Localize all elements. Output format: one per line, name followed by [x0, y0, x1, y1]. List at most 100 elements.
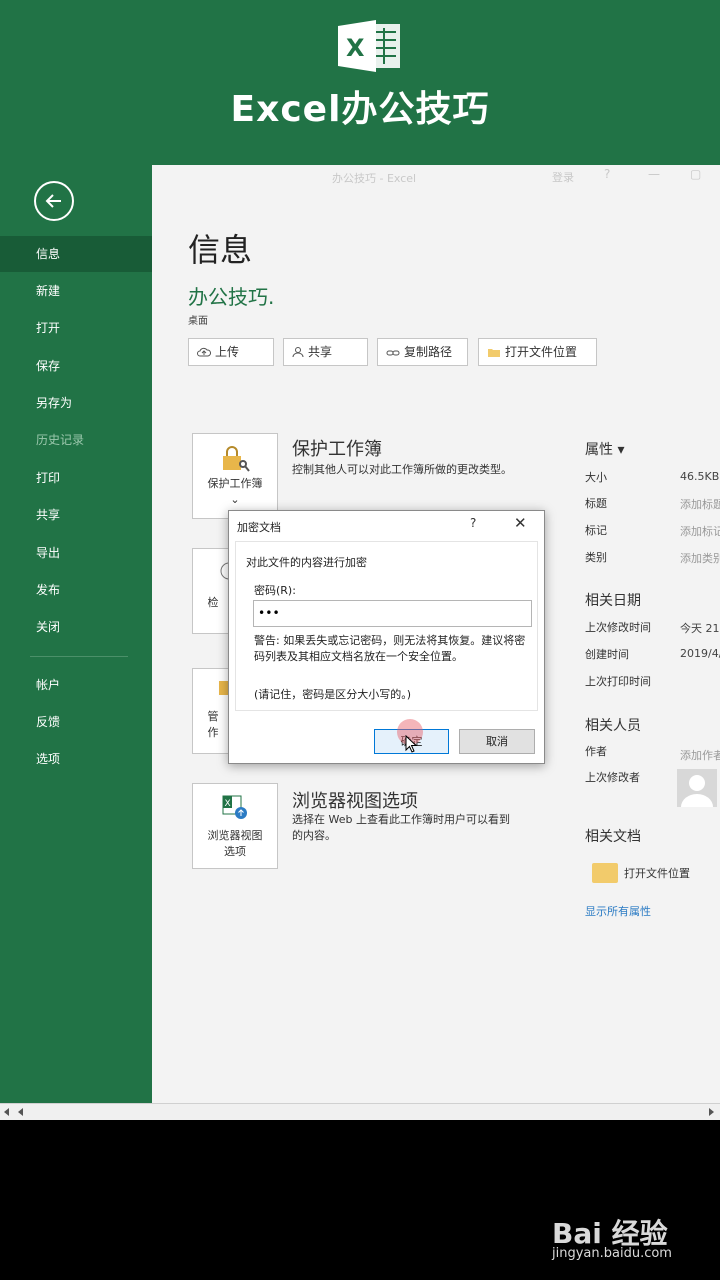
sidebar-item-share[interactable]: 共享 [0, 497, 152, 533]
share-icon [292, 347, 304, 358]
sidebar-item-print[interactable]: 打印 [0, 460, 152, 496]
help-icon[interactable]: ? [470, 516, 476, 530]
dialog-title: 加密文档 [237, 521, 281, 534]
sidebar-item-close[interactable]: 关闭 [0, 609, 152, 645]
share-button[interactable]: 共享 [283, 338, 368, 366]
scroll-right-icon[interactable] [706, 1107, 716, 1117]
protect-workbook-title: 保护工作簿 [292, 439, 382, 460]
share-label: 共享 [308, 345, 333, 359]
baidu-jingyan-watermark: Bai 经验 jingyan.baidu.com [552, 1200, 716, 1270]
prop-tags-value[interactable]: 添加标记 [680, 523, 720, 539]
author-key: 作者 [585, 745, 607, 758]
last-modified-value: 今天 21: [680, 622, 720, 635]
show-all-properties-link[interactable]: 显示所有属性 [585, 903, 651, 919]
sidebar-divider [30, 656, 128, 657]
open-file-location-link[interactable]: 打开文件位置 [624, 865, 690, 881]
horizontal-scrollbar[interactable] [0, 1103, 720, 1120]
sidebar-item-history[interactable]: 历史记录 [0, 422, 152, 458]
last-modified-key: 上次修改时间 [585, 621, 651, 634]
scroll-left-icon[interactable] [16, 1107, 26, 1117]
window-titlebar: 办公技巧 - Excel 登录 ? — ▢ [152, 165, 720, 189]
browser-view-tile-label: 浏览器视图 选项 [207, 829, 263, 858]
protect-workbook-tile[interactable]: 保护工作簿 ⌄ [192, 433, 278, 519]
created-value: 2019/4/ [680, 647, 720, 660]
properties-heading[interactable]: 属性 ▾ [585, 439, 624, 459]
last-modified-by-key: 上次修改者 [585, 771, 640, 784]
avatar [677, 769, 717, 807]
password-field[interactable]: ••• [253, 600, 532, 627]
page-title: 信息 [188, 231, 253, 269]
banner: X Excel办公技巧 [0, 0, 720, 165]
prop-category-key: 类别 [585, 551, 607, 564]
sidebar-item-publish[interactable]: 发布 [0, 572, 152, 608]
open-location-button[interactable]: 打开文件位置 [478, 338, 597, 366]
chevron-down-icon: ⌄ [230, 493, 240, 506]
banner-title: Excel办公技巧 [230, 89, 490, 130]
sidebar-item-open[interactable]: 打开 [0, 310, 152, 346]
mouse-cursor-icon [405, 735, 417, 753]
sidebar-item-save-as[interactable]: 另存为 [0, 385, 152, 421]
prop-title-value[interactable]: 添加标题 [680, 496, 720, 512]
last-printed-key: 上次打印时间 [585, 675, 651, 688]
dialog-body: 对此文件的内容进行加密 密码(R): ••• 警告: 如果丢失或忘记密码，则无法… [235, 541, 538, 711]
lock-key-icon [223, 446, 250, 472]
related-dates-heading: 相关日期 [585, 593, 641, 609]
related-people-heading: 相关人员 [585, 718, 641, 734]
browser-view-description: 选择在 Web 上查看此工作簿时用户可以看到的内容。 [292, 813, 510, 842]
protect-workbook-description: 控制其他人可以对此工作簿所做的更改类型。 [292, 463, 512, 476]
prop-title-key: 标题 [585, 497, 607, 510]
case-sensitive-reminder: (请记住，密码是区分大小写的。) [254, 688, 412, 701]
encrypt-document-dialog: 加密文档 ? ✕ 对此文件的内容进行加密 密码(R): ••• 警告: 如果丢失… [228, 510, 545, 764]
cancel-button[interactable]: 取消 [459, 729, 535, 754]
prop-category-value[interactable]: 添加类别 [680, 550, 720, 566]
login-link[interactable]: 登录 [552, 169, 574, 185]
browser-view-icon: X [222, 795, 247, 819]
excel-logo-icon: X [336, 18, 402, 74]
dialog-description: 对此文件的内容进行加密 [246, 556, 367, 569]
file-location: 桌面 [188, 316, 208, 327]
watermark-url: jingyan.baidu.com [552, 1246, 672, 1261]
scroll-left-icon[interactable] [2, 1107, 12, 1117]
sidebar-item-feedback[interactable]: 反馈 [0, 704, 152, 740]
password-warning: 警告: 如果丢失或忘记密码，则无法将其恢复。建议将密码列表及其相应文档名放在一个… [254, 634, 526, 663]
inspect-tile-label: 检 [207, 596, 219, 609]
window-title: 办公技巧 - Excel [332, 172, 417, 185]
copy-path-label: 复制路径 [404, 345, 453, 359]
upload-label: 上传 [215, 345, 240, 359]
copy-path-button[interactable]: 复制路径 [377, 338, 468, 366]
browser-view-options-tile[interactable]: X 浏览器视图 选项 [192, 783, 278, 869]
sidebar-item-account[interactable]: 帐户 [0, 667, 152, 703]
sidebar-item-export[interactable]: 导出 [0, 535, 152, 571]
sidebar-item-info[interactable]: 信息 [0, 236, 152, 272]
minimize-icon[interactable]: — [648, 167, 660, 181]
person-icon [681, 775, 713, 807]
backstage-sidebar: 信息 新建 打开 保存 另存为 历史记录 打印 共享 导出 发布 关闭 帐户 反… [0, 165, 152, 1103]
help-icon[interactable]: ? [604, 167, 610, 181]
back-arrow-icon [45, 194, 61, 208]
back-button[interactable] [34, 181, 74, 221]
author-value[interactable]: 添加作者 [680, 747, 720, 763]
sidebar-item-save[interactable]: 保存 [0, 348, 152, 384]
prop-size-key: 大小 [585, 471, 607, 484]
folder-icon [488, 349, 500, 357]
manage-tile-label: 管 作 [207, 710, 219, 739]
open-location-label: 打开文件位置 [505, 345, 578, 359]
svg-text:X: X [346, 34, 365, 62]
sidebar-item-new[interactable]: 新建 [0, 273, 152, 309]
related-docs-heading: 相关文档 [585, 829, 641, 845]
link-icon [386, 350, 400, 356]
protect-workbook-tile-label: 保护工作簿 [207, 477, 263, 490]
upload-button[interactable]: 上传 [188, 338, 274, 366]
restore-icon[interactable]: ▢ [690, 167, 701, 181]
cloud-upload-icon [197, 347, 212, 357]
created-key: 创建时间 [585, 648, 629, 661]
prop-tags-key: 标记 [585, 524, 607, 537]
sidebar-item-options[interactable]: 选项 [0, 741, 152, 777]
prop-size-value: 46.5KB [680, 470, 720, 483]
close-icon[interactable]: ✕ [514, 514, 527, 532]
svg-text:X: X [225, 799, 231, 809]
browser-view-title: 浏览器视图选项 [292, 791, 418, 812]
file-name: 办公技巧. [188, 285, 275, 309]
password-label: 密码(R): [254, 584, 296, 597]
folder-icon [592, 863, 618, 883]
